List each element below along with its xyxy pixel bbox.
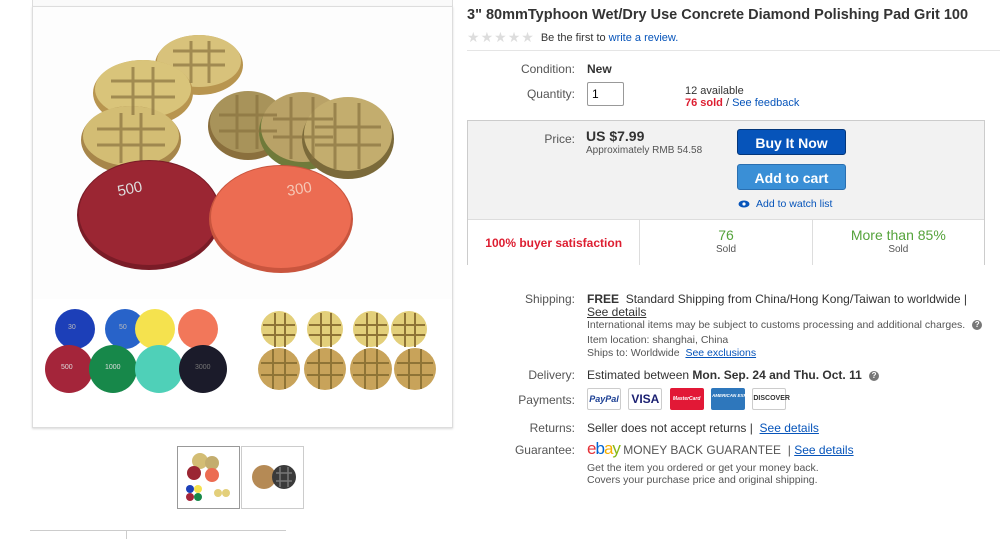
discover-logo: DISCOVER [752, 388, 790, 410]
intl-note: International items may be subject to cu… [587, 319, 966, 331]
delivery-prefix: Estimated between [587, 368, 690, 382]
star-icon: ★ [521, 29, 534, 45]
price-approx: Approximately RMB 54.58 [586, 145, 703, 156]
shipping-desc: Standard Shipping from China/Hong Kong/T… [625, 292, 968, 306]
shipping-main: FREE Standard Shipping from China/Hong K… [587, 292, 967, 306]
stat-sold-value: 76 [718, 227, 734, 243]
returns-row: Seller does not accept returns | See det… [587, 421, 819, 435]
stat-percent-label: Sold [888, 244, 909, 255]
see-feedback-link[interactable]: See feedback [732, 97, 799, 109]
rating-text: Be the first to [540, 31, 606, 44]
returns-text: Seller does not accept returns | [587, 421, 753, 435]
divider [467, 50, 1000, 51]
description-tabs [30, 530, 286, 539]
shipping-details-link[interactable]: See details [587, 305, 646, 319]
thumbnail-2[interactable] [241, 446, 304, 509]
money-back-guarantee: MONEY BACK GUARANTEE [623, 443, 782, 457]
quantity-label: Quantity: [526, 87, 575, 101]
buy-it-now-button[interactable]: Buy It Now [737, 129, 846, 155]
thumbnail-1[interactable] [177, 446, 240, 509]
see-exclusions-link[interactable]: See exclusions [685, 347, 756, 359]
available-count: 12 available [685, 85, 744, 97]
pad-label-50: 50 [119, 324, 127, 331]
listing-title: 3" 80mmTyphoon Wet/Dry Use Concrete Diam… [467, 7, 969, 23]
shipping-free: FREE [587, 292, 620, 306]
buy-box-stats: 100% buyer satisfaction 76 Sold More tha… [468, 219, 984, 265]
stat-sold-percent: More than 85% Sold [813, 220, 984, 265]
ebay-logo: ebay [587, 439, 621, 458]
tab-divider [126, 531, 127, 539]
sold-count: 76 sold [685, 97, 723, 109]
returns-details-link[interactable]: See details [760, 421, 819, 435]
pad-label-500-small: 500 [61, 364, 73, 371]
ships-to-row: Ships to: Worldwide See exclusions [587, 347, 756, 359]
ships-to: Ships to: Worldwide [587, 347, 680, 359]
item-location: Item location: shanghai, China [587, 334, 729, 346]
guarantee-line1: Get the item you ordered or get your mon… [587, 462, 819, 474]
thumbnail-strip [177, 446, 305, 509]
mastercard-logo: MasterCard [669, 388, 704, 410]
main-product-image[interactable]: 500 300 30 50 500 1000 3000 [32, 6, 453, 428]
eye-icon [738, 200, 750, 208]
guarantee-label: Guarantee: [514, 443, 575, 457]
price-label: Price: [544, 132, 575, 146]
buyer-satisfaction: 100% buyer satisfaction [468, 220, 641, 265]
watch-list-row[interactable]: Add to watch list [738, 198, 832, 210]
guarantee-details-link[interactable]: See details [794, 443, 853, 457]
visa-logo: VISA [628, 388, 663, 410]
pad-label-30: 30 [68, 324, 76, 331]
stat-sold-count: 76 Sold [640, 220, 813, 265]
add-to-watch-list-link[interactable]: Add to watch list [756, 198, 832, 210]
help-icon[interactable]: ? [972, 320, 983, 331]
delivery-label: Delivery: [528, 368, 575, 382]
help-icon[interactable]: ? [869, 370, 880, 381]
write-review-link[interactable]: write a review. [609, 32, 679, 44]
amex-logo: AMERICAN EXPRESS [711, 388, 759, 410]
payments-label: Payments: [518, 393, 575, 407]
rating-row: ★ ★ ★ ★ ★ Be the first to write a review… [467, 29, 678, 46]
thumbnail-2-image [242, 447, 303, 508]
pad-label-1000: 1000 [105, 364, 121, 371]
guarantee-row: ebay MONEY BACK GUARANTEE | See details [587, 439, 854, 458]
intl-note-row: International items may be subject to cu… [587, 319, 983, 331]
delivery-dates: Mon. Sep. 24 and Thu. Oct. 11 [692, 368, 862, 382]
stat-percent-value: More than 85% [850, 227, 946, 243]
guarantee-line2: Covers your purchase price and original … [587, 474, 818, 486]
condition-value: New [587, 62, 612, 76]
delivery-row: Estimated between Mon. Sep. 24 and Thu. … [587, 368, 880, 382]
payment-methods: PayPal VISA MasterCard AMERICAN EXPRESS … [587, 388, 790, 410]
add-to-cart-button[interactable]: Add to cart [737, 164, 846, 190]
thumbnail-1-image [178, 447, 239, 508]
condition-label: Condition: [520, 62, 575, 76]
price-value: US $7.99 [586, 128, 645, 144]
shipping-label: Shipping: [524, 292, 575, 306]
star-icon: ★ [480, 29, 494, 45]
returns-label: Returns: [529, 421, 575, 435]
sold-separator: / [725, 97, 730, 109]
quantity-input[interactable] [587, 82, 624, 106]
paypal-logo: PayPal [587, 388, 621, 410]
star-icon: ★ [507, 29, 521, 45]
sold-feedback-row: 76 sold / See feedback [685, 97, 799, 109]
product-photo-collage: 500 300 30 50 500 1000 3000 [33, 7, 452, 427]
stat-sold-label: Sold [715, 244, 736, 255]
star-icon: ★ [467, 29, 480, 45]
star-icon: ★ [494, 29, 507, 45]
pad-label-3000: 3000 [195, 364, 211, 371]
